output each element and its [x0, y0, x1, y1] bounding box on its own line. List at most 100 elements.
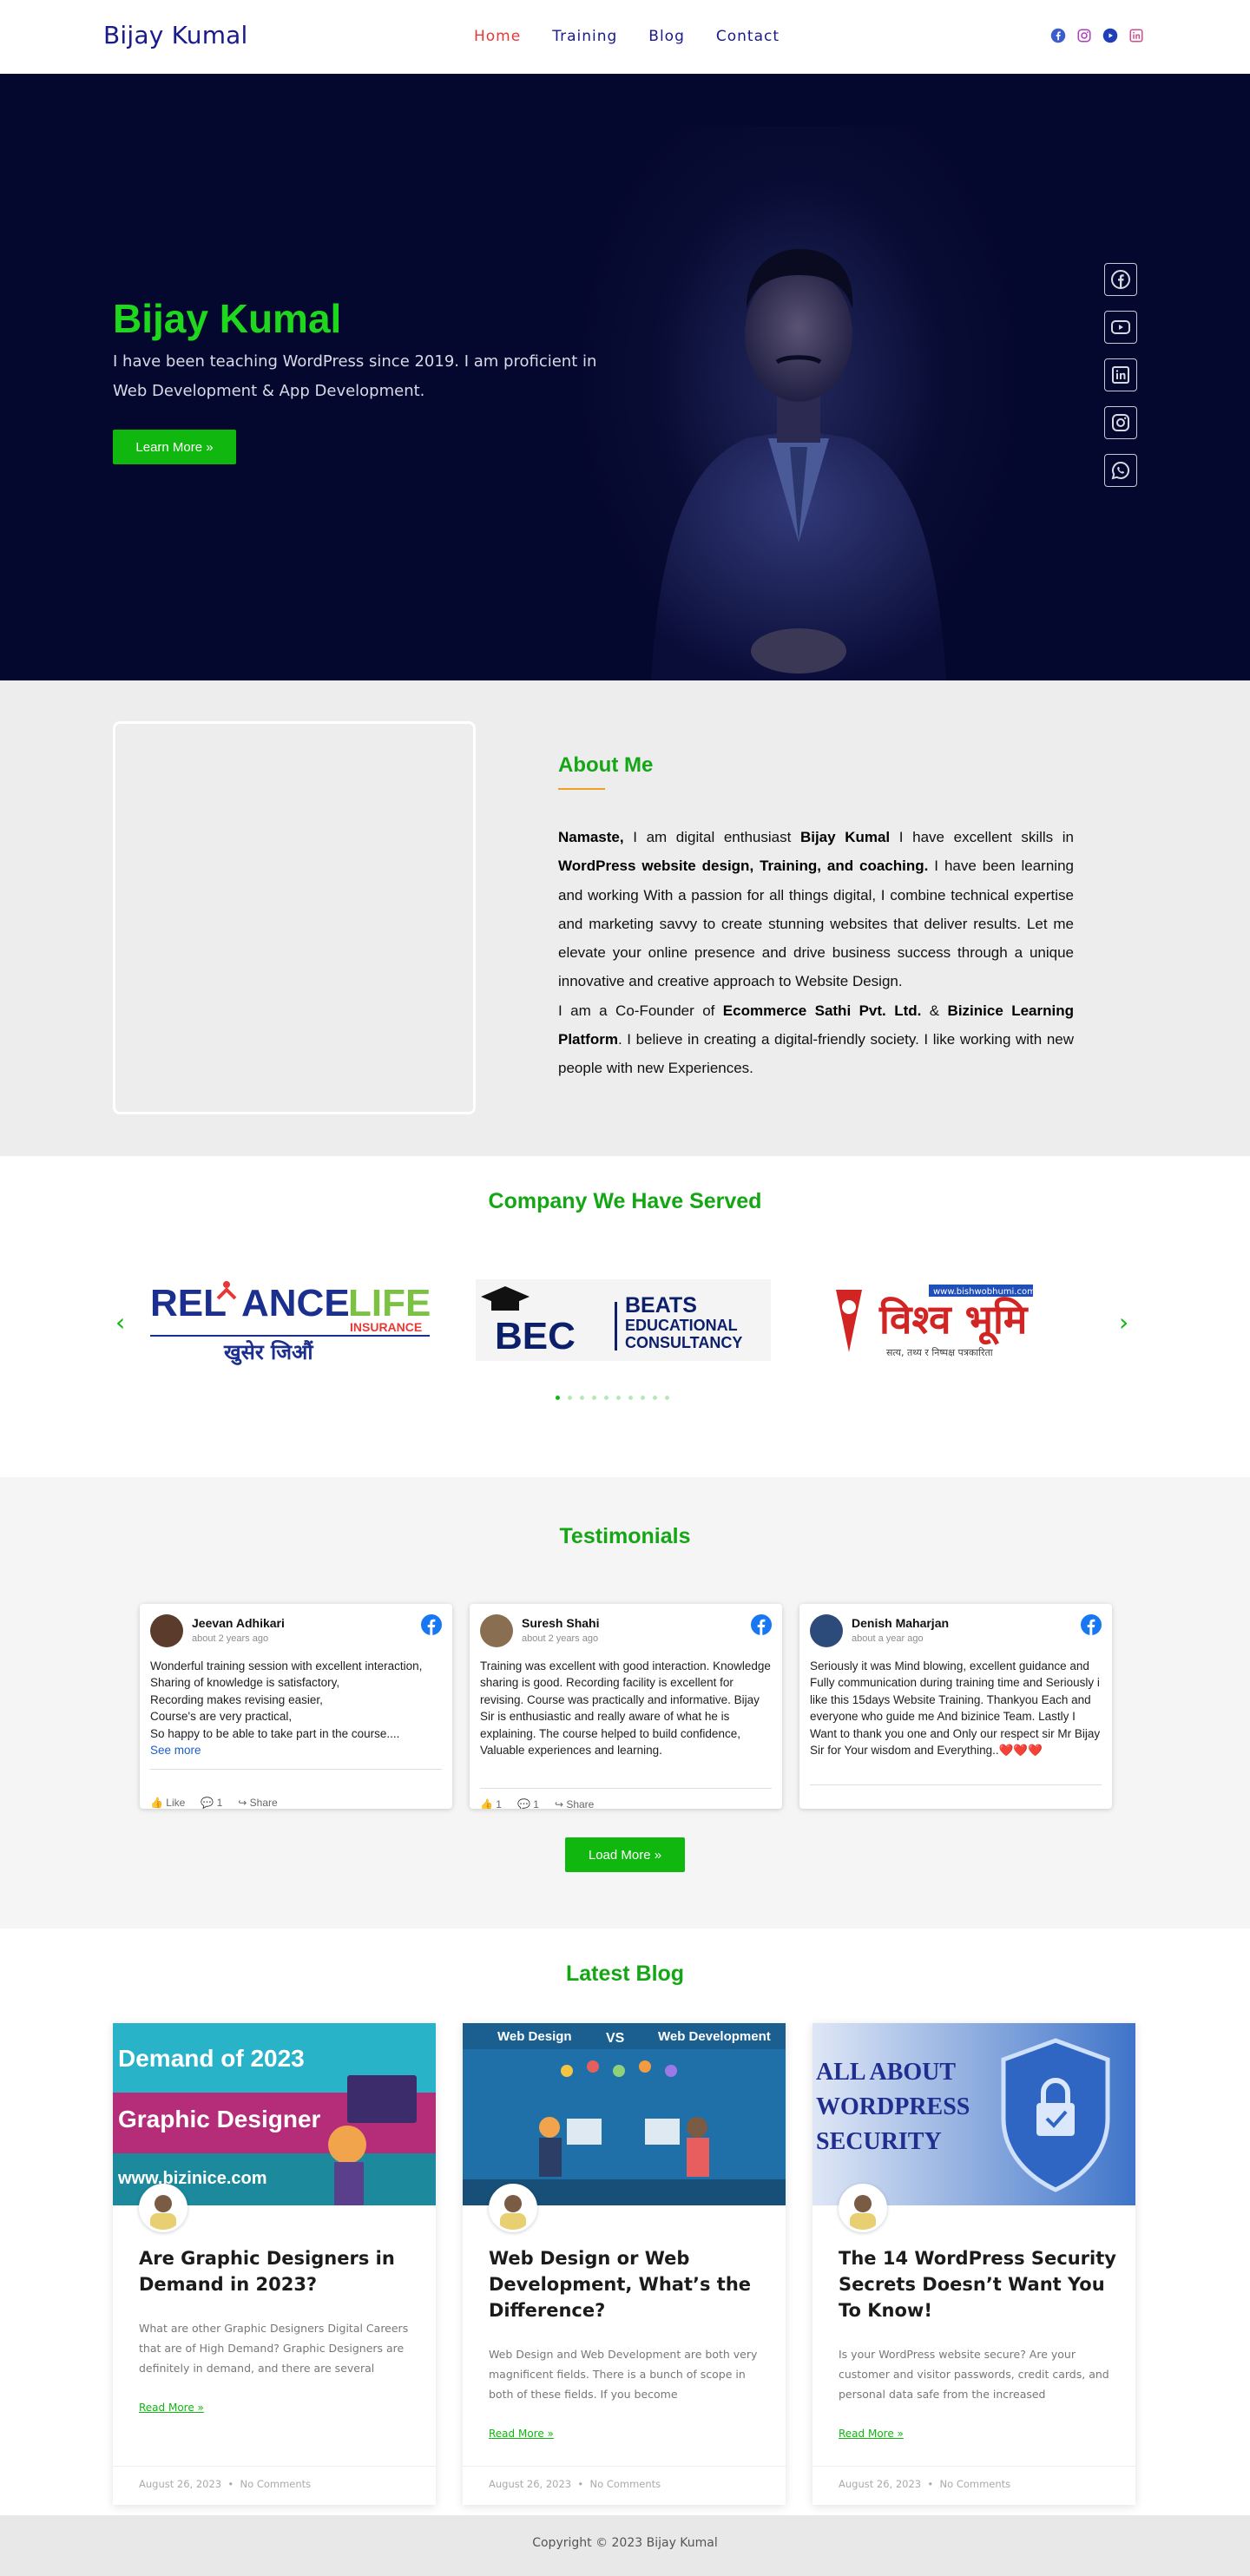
carousel-dots	[556, 1396, 669, 1400]
blog-date: August 26, 2023	[489, 2478, 572, 2490]
carousel-dot[interactable]	[616, 1396, 621, 1400]
hero-title: Bijay Kumal	[113, 296, 342, 341]
read-more-link[interactable]: Read More »	[839, 2428, 904, 2440]
blog-excerpt: Is your WordPress website secure? Are yo…	[839, 2348, 1109, 2401]
testimonials-heading: Testimonials	[559, 1524, 691, 1548]
load-more-button[interactable]: Load More »	[565, 1837, 685, 1872]
about-text: Namaste, I am digital enthusiast Bijay K…	[558, 823, 1074, 1083]
carousel-next-button[interactable]: ›	[1119, 1308, 1128, 1337]
main-nav: Home Training Blog Contact	[474, 28, 780, 45]
blog-title[interactable]: Web Design or Web Development, What’s th…	[489, 2245, 766, 2323]
about-heading: About Me	[558, 753, 654, 777]
blog-title[interactable]: Are Graphic Designers in Demand in 2023?	[139, 2245, 417, 2297]
share-action[interactable]: ↪ Share	[238, 1797, 277, 1809]
company-name: Ecommerce Sathi Pvt. Ltd.	[722, 1002, 922, 1019]
carousel-dot[interactable]	[592, 1396, 596, 1400]
carousel-dot[interactable]	[665, 1396, 669, 1400]
review-text: Seriously it was Mind blowing, excellent…	[810, 1659, 1101, 1758]
carousel-prev-button[interactable]: ‹	[115, 1308, 125, 1337]
facebook-icon[interactable]	[1050, 28, 1066, 43]
about-image-frame	[113, 721, 476, 1114]
facebook-icon[interactable]	[1104, 263, 1137, 296]
reviewer-name[interactable]: Denish Maharjan	[852, 1616, 949, 1630]
blog-image[interactable]: Demand of 2023 Graphic Designer www.bizi…	[113, 2023, 436, 2205]
linkedin-icon[interactable]	[1128, 28, 1144, 43]
nav-home[interactable]: Home	[474, 28, 521, 45]
copyright-text: Copyright © 2023 Bijay Kumal	[532, 2536, 718, 2550]
companies-heading: Company We Have Served	[488, 1189, 762, 1213]
review-text: Training was excellent with good interac…	[480, 1659, 771, 1758]
linkedin-icon[interactable]	[1104, 358, 1137, 391]
carousel-dot[interactable]	[653, 1396, 657, 1400]
image-text: Web Development	[658, 2029, 771, 2044]
comment-count: 1	[533, 1798, 539, 1809]
carousel-dot[interactable]	[568, 1396, 572, 1400]
hero-description: I have been teaching WordPress since 201…	[113, 352, 597, 400]
site-brand[interactable]: Bijay Kumal	[103, 21, 248, 49]
divider	[810, 1784, 1102, 1785]
carousel-dot[interactable]	[604, 1396, 609, 1400]
review-actions: 👍 1 💬 1 ↪ Share	[480, 1798, 594, 1809]
about-paragraph-1: Namaste, I am digital enthusiast Bijay K…	[558, 823, 1074, 996]
logo-text: LIFE	[348, 1282, 431, 1324]
like-action[interactable]: 👍 Like	[150, 1797, 185, 1809]
read-more-link[interactable]: Read More »	[489, 2428, 554, 2440]
blog-comments[interactable]: No Comments	[590, 2478, 661, 2490]
like-count: 1	[496, 1798, 502, 1809]
avatar	[480, 1614, 513, 1647]
whatsapp-icon[interactable]	[1104, 454, 1137, 487]
about-text-part: I am digital enthusiast	[623, 829, 800, 845]
about-paragraph-2: I am a Co-Founder of Ecommerce Sathi Pvt…	[558, 996, 1074, 1083]
share-label: Share	[566, 1798, 595, 1809]
about-underline	[558, 788, 605, 790]
logo-title: विश्व भूमि	[878, 1296, 1029, 1345]
nav-contact[interactable]: Contact	[716, 28, 780, 45]
blog-image[interactable]: ALL ABOUT WORDPRESS SECURITY	[812, 2023, 1135, 2205]
blog-date: August 26, 2023	[139, 2478, 222, 2490]
company-logo-reliance[interactable]: REL ANCE LIFE INSURANCE खुसेर जिऔं	[141, 1272, 437, 1368]
see-more-link[interactable]: See more	[150, 1744, 201, 1757]
image-text: Graphic Designer	[118, 2106, 321, 2132]
testimonial-card: Suresh Shahi about 2 years ago Training …	[470, 1604, 782, 1809]
about-text-part: I am a Co-Founder of	[558, 1002, 723, 1019]
image-text: Web Design	[497, 2029, 572, 2044]
facebook-icon[interactable]	[421, 1614, 442, 1635]
about-text-part: I have excellent skills in	[890, 829, 1074, 845]
learn-more-button[interactable]: Learn More »	[113, 430, 236, 464]
youtube-icon[interactable]	[1104, 311, 1137, 344]
blog-comments[interactable]: No Comments	[940, 2478, 1011, 2490]
carousel-dot[interactable]	[556, 1396, 560, 1400]
logo-mark: BEC	[495, 1315, 576, 1357]
facebook-icon[interactable]	[1081, 1614, 1102, 1635]
blog-comments[interactable]: No Comments	[240, 2478, 312, 2490]
carousel-dot[interactable]	[580, 1396, 584, 1400]
header-social-links	[1050, 28, 1144, 43]
reviewer-name[interactable]: Suresh Shahi	[522, 1616, 599, 1630]
nav-training[interactable]: Training	[552, 28, 617, 45]
hero-section: Bijay Kumal I have been teaching WordPre…	[0, 74, 1250, 680]
comment-action[interactable]: 💬 1	[517, 1798, 539, 1809]
carousel-dot[interactable]	[641, 1396, 645, 1400]
share-label: Share	[249, 1797, 278, 1809]
company-logo-bishwobhumi[interactable]: www.bishwobhumi.com विश्व भूमि सत्य, तथ्…	[812, 1272, 1107, 1368]
blog-excerpt: Web Design and Web Development are both …	[489, 2348, 758, 2401]
nav-blog[interactable]: Blog	[648, 28, 685, 45]
logo-tagline: सत्य, तथ्य र निष्पक्ष पत्रकारिता	[886, 1347, 993, 1358]
image-text: www.bizinice.com	[117, 2169, 267, 2188]
blog-image[interactable]: Web Design VS Web Development	[463, 2023, 786, 2205]
instagram-icon[interactable]	[1104, 406, 1137, 439]
comment-action[interactable]: 💬 1	[201, 1797, 222, 1809]
logo-text: REL	[150, 1282, 227, 1324]
reviewer-name[interactable]: Jeevan Adhikari	[192, 1616, 285, 1630]
share-action[interactable]: ↪ Share	[555, 1798, 594, 1809]
like-action[interactable]: 👍 1	[480, 1798, 502, 1809]
carousel-dot[interactable]	[628, 1396, 633, 1400]
read-more-link[interactable]: Read More »	[139, 2402, 204, 2414]
instagram-icon[interactable]	[1076, 28, 1092, 43]
divider	[812, 2466, 1135, 2467]
company-logo-beats[interactable]: BEC BEATS EDUCATIONAL CONSULTANCY	[476, 1272, 771, 1368]
blog-title[interactable]: The 14 WordPress Security Secrets Doesn’…	[839, 2245, 1116, 2323]
skills-highlight: WordPress website design, Training, and …	[558, 858, 929, 875]
youtube-icon[interactable]	[1102, 28, 1118, 43]
facebook-icon[interactable]	[751, 1614, 772, 1635]
